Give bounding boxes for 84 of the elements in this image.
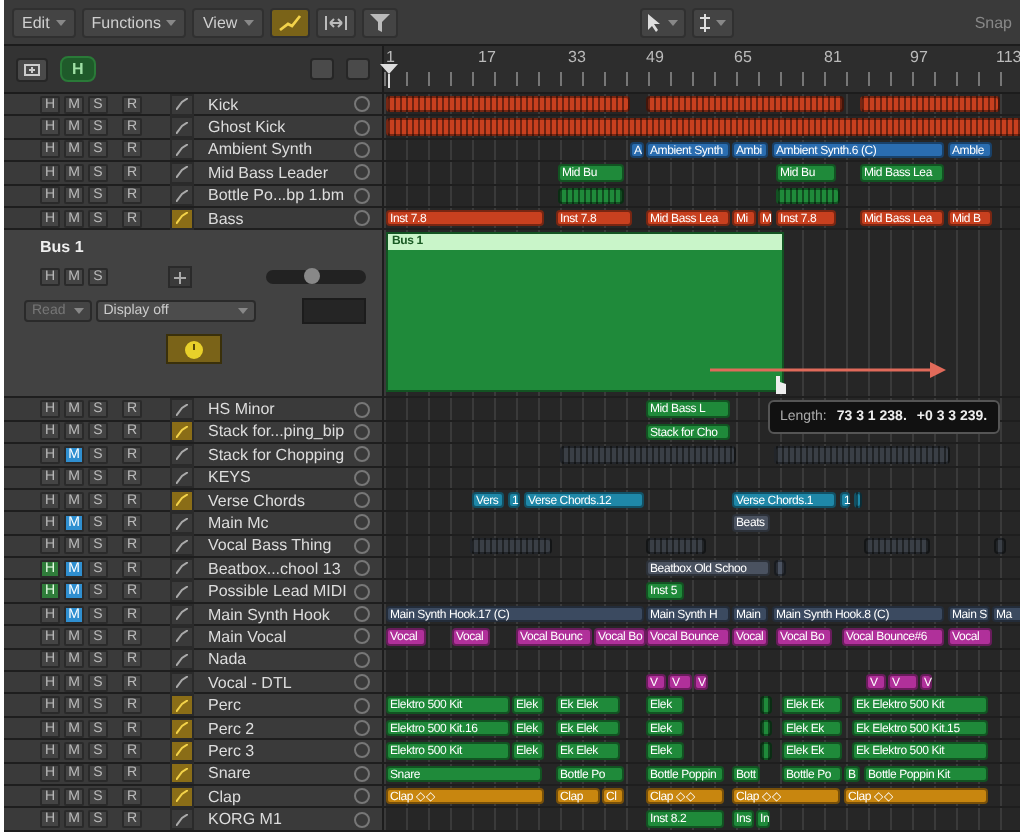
track-name: Vocal Bass Thing xyxy=(208,536,334,555)
track-name: Nada xyxy=(208,650,249,669)
snap-label: Snap xyxy=(974,13,1012,31)
track-name: Perc 3 xyxy=(208,741,257,760)
track-options-button[interactable] xyxy=(310,58,334,80)
track-name: Perc 2 xyxy=(208,719,257,737)
track-name: Kick xyxy=(208,95,241,114)
resize-cursor-icon xyxy=(774,376,788,395)
track-name: Perc xyxy=(208,696,243,715)
caret-icon xyxy=(237,308,248,315)
midi-region[interactable] xyxy=(760,696,772,714)
midi-region[interactable] xyxy=(776,187,840,204)
track-name: Verse Chords xyxy=(208,491,307,510)
midi-region[interactable] xyxy=(864,537,930,555)
track-name: HS Minor xyxy=(208,400,277,419)
track-name: Possible Lead MIDI xyxy=(208,582,349,601)
track-name: Stack for...ping_bip xyxy=(208,422,347,441)
bar-ruler[interactable]: 1 17 33 49 65 81 97 113 xyxy=(384,46,1020,92)
track-name: Main Synth Hook xyxy=(208,605,332,624)
menu-button[interactable]: View xyxy=(192,7,264,37)
midi-region[interactable] xyxy=(558,187,624,204)
power-button[interactable] xyxy=(165,334,221,365)
midi-region[interactable] xyxy=(760,742,772,760)
value-display xyxy=(302,298,366,325)
automation-button[interactable] xyxy=(269,7,310,37)
track-name: Vocal - DTL xyxy=(208,673,294,692)
bar-number: 113 xyxy=(996,48,1020,66)
bar-number: 65 xyxy=(734,48,752,66)
caret-icon xyxy=(715,19,725,25)
flex-button[interactable] xyxy=(315,7,356,37)
midi-region[interactable] xyxy=(646,96,844,113)
caret-icon xyxy=(166,19,177,25)
track-name: Mid Bass Leader xyxy=(208,163,331,182)
pointer-icon xyxy=(647,13,661,31)
flex-icon xyxy=(323,13,348,31)
bar-number: 97 xyxy=(910,48,928,66)
bar-number: 33 xyxy=(568,48,586,66)
filter-icon xyxy=(369,13,390,31)
track-name: Bus 1 xyxy=(40,238,86,257)
bar-number: 1 xyxy=(386,48,395,66)
marquee-tool-button[interactable] xyxy=(691,7,733,37)
midi-region[interactable] xyxy=(774,446,950,464)
bar-number: 49 xyxy=(646,48,664,66)
track-name: Beatbox...chool 13 xyxy=(208,559,343,578)
pointer-tool-button[interactable] xyxy=(639,7,685,37)
midi-region[interactable] xyxy=(560,446,736,464)
midi-region[interactable] xyxy=(646,537,706,555)
bus-icon xyxy=(168,266,192,289)
global-tracks-button[interactable] xyxy=(346,58,370,80)
menu-button[interactable]: Functions xyxy=(81,7,187,37)
automation-curve-icon xyxy=(277,13,302,31)
track-name: Bass xyxy=(208,209,246,228)
playhead-icon[interactable] xyxy=(380,64,398,88)
track-name: Snare xyxy=(208,764,253,783)
midi-region[interactable] xyxy=(760,719,772,737)
track-name: Main Vocal xyxy=(208,627,289,646)
midi-region[interactable] xyxy=(854,491,862,509)
new-track-icon xyxy=(24,63,40,75)
midi-region[interactable] xyxy=(994,537,1006,555)
caret-icon xyxy=(667,19,677,25)
track-name: KEYS xyxy=(208,468,253,487)
track-name: Ambient Synth xyxy=(208,140,315,159)
caret-icon xyxy=(73,308,84,315)
track-name: Clap xyxy=(208,787,243,806)
volume-slider[interactable] xyxy=(266,270,366,285)
midi-region[interactable] xyxy=(860,96,1000,113)
bar-number: 17 xyxy=(478,48,496,66)
new-track-button[interactable] xyxy=(16,57,48,81)
marquee-icon xyxy=(699,13,709,31)
menu-button[interactable]: Edit xyxy=(12,7,76,37)
filter-button[interactable] xyxy=(361,7,398,37)
midi-region[interactable] xyxy=(774,560,786,577)
caret-icon xyxy=(55,19,66,25)
track-name: Ghost Kick xyxy=(208,118,288,137)
track-name: Bottle Po...bp 1.bm xyxy=(208,186,347,205)
hide-toggle-button[interactable]: H xyxy=(60,56,96,82)
bar-number: 81 xyxy=(824,48,842,66)
track-name: KORG M1 xyxy=(208,810,284,829)
caret-icon xyxy=(243,19,254,25)
track-name: Stack for Chopping xyxy=(208,445,347,464)
power-icon xyxy=(183,339,203,360)
track-name: Main Mc xyxy=(208,513,271,532)
midi-region[interactable] xyxy=(470,537,552,555)
slider-thumb[interactable] xyxy=(303,268,319,285)
